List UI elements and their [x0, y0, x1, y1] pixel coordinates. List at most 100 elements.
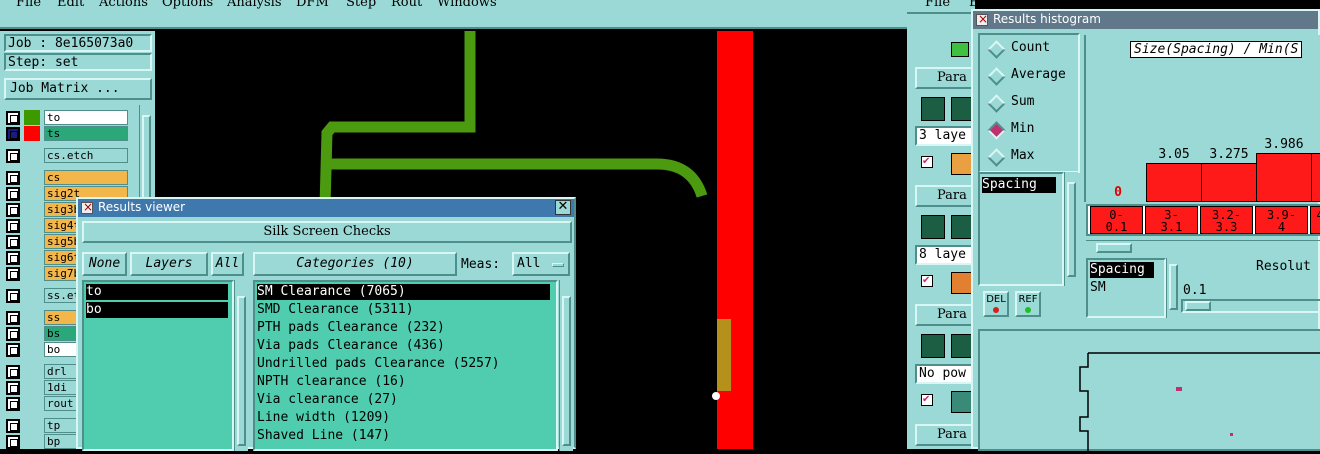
layer-checkbox[interactable] — [6, 289, 20, 303]
menu-file[interactable]: File — [16, 0, 41, 10]
results-viewer-titlebar[interactable]: Results viewer ✕ — [78, 199, 574, 217]
check-icon[interactable]: ✔ — [921, 394, 933, 406]
histogram-titlebar[interactable]: Results histogram — [973, 11, 1318, 29]
radio-min[interactable] — [988, 122, 1002, 136]
runner-icon[interactable] — [921, 334, 945, 358]
del-button[interactable]: DEL — [983, 291, 1009, 317]
layer-checkbox[interactable] — [6, 235, 20, 249]
check-icon[interactable]: ✔ — [921, 275, 933, 287]
bin-label[interactable]: 3- 3.1 — [1145, 206, 1198, 234]
layer-color-swatch[interactable] — [24, 110, 40, 125]
list-item[interactable]: Spacing — [1090, 262, 1154, 278]
chart-hscrollbar[interactable] — [1086, 240, 1320, 254]
layer-checkbox[interactable] — [6, 203, 20, 217]
component-icon[interactable] — [951, 153, 973, 175]
bin-label[interactable]: 4 — [1310, 206, 1320, 234]
layer-checkbox[interactable] — [6, 365, 20, 379]
layer-list-scrollbar[interactable] — [234, 280, 248, 451]
param-button[interactable]: Para — [915, 67, 975, 89]
job-matrix-button[interactable]: Job Matrix ... — [4, 78, 152, 100]
meas-list[interactable]: Spacing SM — [1086, 258, 1166, 318]
none-button[interactable]: None — [82, 252, 127, 276]
meas-dropdown[interactable]: All — [512, 252, 570, 276]
radio-average[interactable] — [988, 68, 1002, 82]
menu-edit[interactable]: Edit — [57, 0, 84, 10]
category-item[interactable]: SM Clearance (7065) — [257, 284, 550, 300]
list-item[interactable]: to — [86, 284, 228, 300]
layer-checkbox[interactable] — [6, 187, 20, 201]
category-item[interactable]: Via clearance (27) — [257, 392, 398, 408]
layer-checkbox[interactable] — [6, 435, 20, 449]
component-icon[interactable] — [951, 272, 973, 294]
ref-button[interactable]: REF — [1015, 291, 1041, 317]
category-item[interactable]: Undrilled pads Clearance (5257) — [257, 356, 500, 372]
side-menu-file[interactable]: File — [925, 0, 950, 10]
board-preview[interactable] — [978, 329, 1320, 451]
layer-checkbox[interactable] — [6, 251, 20, 265]
list-item[interactable]: SM — [1090, 280, 1106, 296]
menu-options[interactable]: Options — [162, 0, 213, 10]
layer-row-cs-etch[interactable]: cs.etch — [6, 148, 128, 163]
layer-results-list[interactable]: to bo — [82, 280, 234, 451]
radio-sum[interactable] — [988, 95, 1002, 109]
component-icon[interactable] — [951, 391, 973, 413]
layer-checkbox[interactable] — [6, 171, 20, 185]
layer-checkbox[interactable] — [6, 311, 20, 325]
categories-button[interactable]: Categories (10) — [253, 252, 457, 276]
layer-color-swatch[interactable] — [24, 126, 40, 141]
field-list[interactable]: Spacing — [978, 172, 1064, 286]
close-button[interactable]: ✕ — [555, 200, 571, 215]
layer-checkbox[interactable] — [6, 127, 20, 141]
menu-analysis[interactable]: Analysis — [227, 0, 282, 10]
category-item[interactable]: Shaved Line (147) — [257, 428, 390, 444]
histogram-bar[interactable] — [1146, 163, 1202, 202]
layer-checkbox[interactable] — [6, 327, 20, 341]
field-list-scrollbar[interactable] — [1064, 172, 1078, 286]
layer-row-ts[interactable]: ts — [6, 126, 128, 141]
histogram-bar[interactable] — [1311, 153, 1320, 202]
category-item[interactable]: NPTH clearance (16) — [257, 374, 406, 390]
category-item[interactable]: SMD Clearance (5311) — [257, 302, 414, 318]
runner-icon[interactable] — [921, 97, 945, 121]
histogram-bar[interactable] — [1256, 153, 1312, 202]
layer-row-cs[interactable]: cs — [6, 170, 128, 185]
menu-actions[interactable]: Actions — [99, 0, 148, 10]
layer-checkbox[interactable] — [6, 267, 20, 281]
layer-name[interactable]: cs.etch — [44, 148, 128, 163]
category-item[interactable]: Via pads Clearance (436) — [257, 338, 445, 354]
list-item[interactable]: bo — [86, 302, 228, 318]
layer-checkbox[interactable] — [6, 219, 20, 233]
runner-icon[interactable] — [921, 215, 945, 239]
bin-label[interactable]: 0- 0.1 — [1090, 206, 1143, 234]
bin-label[interactable]: 3.2- 3.3 — [1200, 206, 1253, 234]
layer-checkbox[interactable] — [6, 111, 20, 125]
layer-name[interactable]: to — [44, 110, 128, 125]
category-item[interactable]: PTH pads Clearance (232) — [257, 320, 445, 336]
slider-thumb[interactable] — [1185, 301, 1211, 311]
category-item[interactable]: Line width (1209) — [257, 410, 390, 426]
list-item[interactable]: Spacing — [982, 177, 1056, 193]
layer-name[interactable]: cs — [44, 170, 128, 185]
layer-checkbox[interactable] — [6, 397, 20, 411]
layer-checkbox[interactable] — [6, 343, 20, 357]
categories-scrollbar[interactable] — [559, 280, 573, 451]
resolution-slider[interactable] — [1181, 299, 1320, 313]
layer-name[interactable]: ts — [44, 126, 128, 141]
layer-checkbox[interactable] — [6, 419, 20, 433]
layer-row-to[interactable]: to — [6, 110, 128, 125]
side-icon-green[interactable] — [951, 42, 969, 57]
check-icon[interactable]: ✔ — [921, 156, 933, 168]
param-button[interactable]: Para — [915, 424, 975, 446]
layer-checkbox[interactable] — [6, 149, 20, 163]
all-layers-button[interactable]: All — [211, 252, 244, 276]
scroll-thumb[interactable] — [1096, 243, 1132, 253]
bin-label[interactable]: 3.9- 4 — [1255, 206, 1308, 234]
menu-rout[interactable]: Rout — [391, 0, 422, 10]
radio-count[interactable] — [988, 41, 1002, 55]
layers-button[interactable]: Layers — [130, 252, 208, 276]
histogram-bar[interactable] — [1201, 163, 1257, 202]
menu-step[interactable]: Step — [346, 0, 376, 10]
menu-windows[interactable]: Windows — [437, 0, 497, 10]
radio-max[interactable] — [988, 149, 1002, 163]
categories-list[interactable]: SM Clearance (7065) SMD Clearance (5311) P… — [253, 280, 558, 451]
